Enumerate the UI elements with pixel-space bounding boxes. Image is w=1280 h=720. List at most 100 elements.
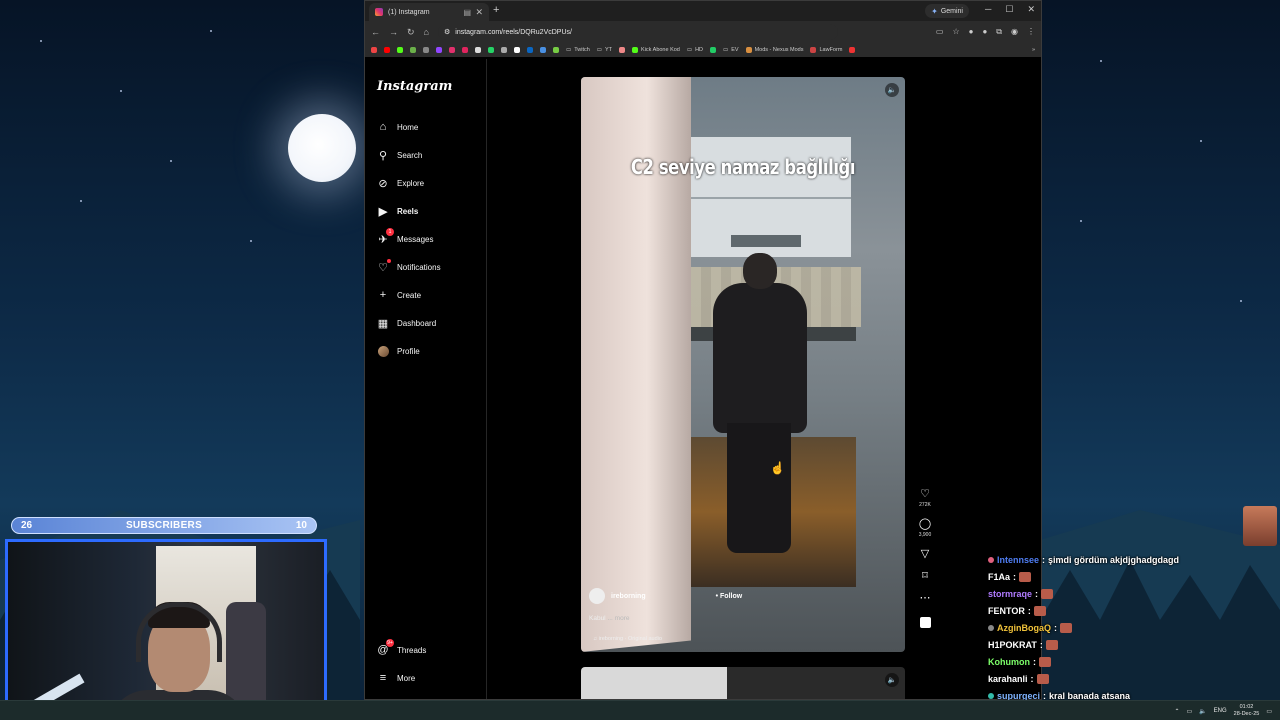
- chat-username[interactable]: H1POKRAT: [988, 640, 1037, 650]
- tab-close-icon[interactable]: ✕: [475, 7, 483, 18]
- chat-username[interactable]: stormraqe: [988, 589, 1032, 599]
- bookmark-star-icon[interactable]: ☆: [952, 27, 959, 37]
- chat-username[interactable]: F1Aa: [988, 572, 1010, 582]
- url-field[interactable]: ⚙ instagram.com/reels/DQRu2VcDPUs/: [437, 24, 838, 40]
- maximize-icon[interactable]: ☐: [1005, 4, 1013, 15]
- bookmark-icon[interactable]: [553, 47, 559, 53]
- bookmark-kick-abone-kod[interactable]: Kick Abone Kod: [632, 47, 680, 53]
- heart-icon: ♡: [377, 259, 391, 274]
- bookmark-lawform[interactable]: LawForm: [810, 47, 842, 53]
- twitch-bookmark-icon[interactable]: [436, 47, 442, 53]
- nav-dashboard[interactable]: ▦ Dashboard: [377, 317, 436, 330]
- author-avatar[interactable]: [589, 588, 605, 604]
- comment-icon[interactable]: ◯: [919, 517, 931, 530]
- chat-username[interactable]: FENTOR: [988, 606, 1025, 616]
- youtube-bookmark-icon[interactable]: [384, 47, 390, 53]
- reload-icon[interactable]: ↻: [407, 27, 415, 38]
- gemini-button[interactable]: ✦ Gemini: [925, 4, 969, 18]
- comment-count: 3,900: [918, 532, 932, 538]
- chat-username[interactable]: AzginBogaQ: [997, 623, 1051, 633]
- audio-thumbnail[interactable]: [919, 617, 931, 628]
- language-indicator[interactable]: ENG: [1214, 708, 1227, 714]
- like-heart-icon[interactable]: ♡: [920, 487, 930, 500]
- whatsapp-bookmark-icon[interactable]: [488, 47, 494, 53]
- chat-username[interactable]: supurgeci: [997, 691, 1040, 701]
- bookmark-icon[interactable]: [619, 47, 626, 53]
- dashboard-icon: ▦: [377, 317, 389, 330]
- x-bookmark-icon[interactable]: [475, 47, 481, 53]
- clock-date: 28-Dec-25: [1233, 711, 1260, 717]
- share-icon[interactable]: ▽: [921, 547, 929, 560]
- back-icon[interactable]: ←: [371, 27, 380, 37]
- bookmark-icon[interactable]: [710, 47, 717, 53]
- more-link[interactable]: ... more: [607, 615, 629, 622]
- bookmark-hd[interactable]: ▭ HD: [687, 47, 703, 53]
- volume-icon[interactable]: 🔈: [885, 83, 899, 97]
- bookmark-icon[interactable]: [849, 47, 856, 53]
- bookmark-ev[interactable]: ▭ EV: [723, 47, 739, 53]
- volume-icon[interactable]: 🔈: [1199, 708, 1206, 715]
- notification-center-icon[interactable]: ▭: [1266, 708, 1272, 715]
- bookmarks-overflow-icon[interactable]: »: [1032, 47, 1035, 53]
- bookmark-icon[interactable]: [501, 47, 507, 53]
- follow-button[interactable]: • Follow: [716, 593, 743, 600]
- forward-icon[interactable]: →: [389, 27, 398, 37]
- bookmark-icon[interactable]: [462, 47, 468, 53]
- reels-icon: ▶: [378, 205, 388, 218]
- more-options-icon[interactable]: ⋯: [920, 591, 931, 604]
- nav-threads[interactable]: @9+ Threads: [377, 639, 427, 656]
- nav-explore[interactable]: ⊘ Explore: [377, 177, 424, 190]
- save-bookmark-icon[interactable]: ⌑: [922, 569, 928, 582]
- profile-avatar-icon[interactable]: ◉: [1011, 27, 1018, 37]
- subs-label: SUBSCRIBERS: [125, 520, 203, 531]
- tray-chevron-icon[interactable]: ⌃: [1174, 708, 1179, 715]
- site-info-icon[interactable]: ⚙: [444, 28, 450, 36]
- instagram-logo[interactable]: Instagram: [377, 79, 452, 94]
- new-tab-icon[interactable]: +: [493, 4, 499, 16]
- nav-more[interactable]: ≡ More: [377, 672, 415, 684]
- moon: [288, 114, 356, 182]
- nav-search[interactable]: ⚲ Search: [377, 149, 422, 162]
- home-icon[interactable]: ⌂: [424, 27, 429, 37]
- volume-icon[interactable]: 🔈: [885, 673, 899, 687]
- tab-search-icon[interactable]: ▤: [463, 8, 471, 17]
- instagram-bookmark-icon[interactable]: [449, 47, 455, 53]
- network-icon[interactable]: ▭: [1186, 708, 1192, 715]
- nav-home[interactable]: ⌂ Home: [377, 121, 419, 133]
- nav-threads-label: Threads: [397, 645, 427, 655]
- nav-reels[interactable]: ▶ Reels: [377, 205, 419, 218]
- bookmark-nexus-mods[interactable]: Mods - Nexus Mods: [745, 47, 803, 53]
- minimize-icon[interactable]: ─: [985, 4, 991, 15]
- nav-messages[interactable]: ✈ 1 Messages: [377, 228, 433, 246]
- reel-audio[interactable]: ♫ ireborning · Original audio: [593, 636, 662, 642]
- bookmark-icon[interactable]: [371, 47, 377, 53]
- chat-username[interactable]: Intennsee: [997, 555, 1039, 565]
- extension-icon[interactable]: ●: [969, 27, 974, 37]
- chat-username[interactable]: Kohumon: [988, 657, 1030, 667]
- chat-username[interactable]: karahanli: [988, 674, 1028, 684]
- extension-icon[interactable]: ●: [982, 27, 987, 37]
- install-icon[interactable]: ▭: [936, 27, 944, 37]
- clock[interactable]: 01:02 28-Dec-25: [1234, 704, 1260, 718]
- linkedin-bookmark-icon[interactable]: [527, 47, 533, 53]
- next-reel-preview[interactable]: 🔈: [581, 667, 905, 699]
- menu-kebab-icon[interactable]: ⋮: [1027, 27, 1035, 37]
- bookmark-yt[interactable]: ▭ YT: [597, 47, 612, 53]
- bookmark-icon[interactable]: [540, 47, 546, 53]
- chat-separator: :: [1030, 673, 1034, 684]
- close-window-icon[interactable]: ✕: [1027, 4, 1035, 15]
- author-username[interactable]: ireborning: [611, 593, 646, 600]
- bookmark-twitch[interactable]: ▭ Twitch: [566, 47, 590, 53]
- bookmark-icon[interactable]: [410, 47, 416, 53]
- bookmark-icon[interactable]: [423, 47, 429, 53]
- reel-video[interactable]: C2 seviye namaz bağlılığı 🔈 ireborning •…: [581, 77, 905, 652]
- nav-reels-label: Reels: [397, 206, 419, 216]
- tab-instagram[interactable]: (1) Instagram ▤ ✕: [369, 3, 489, 21]
- extensions-puzzle-icon[interactable]: ⧉: [996, 27, 1002, 37]
- tab-bar: (1) Instagram ▤ ✕ + ✦ Gemini ─ ☐ ✕: [365, 1, 1041, 21]
- kick-bookmark-icon[interactable]: [397, 47, 403, 53]
- nav-create[interactable]: + Create: [377, 289, 421, 301]
- nav-profile[interactable]: Profile: [377, 345, 420, 357]
- nav-notifications[interactable]: ♡ Notifications: [377, 259, 441, 274]
- bookmark-icon[interactable]: [514, 47, 520, 53]
